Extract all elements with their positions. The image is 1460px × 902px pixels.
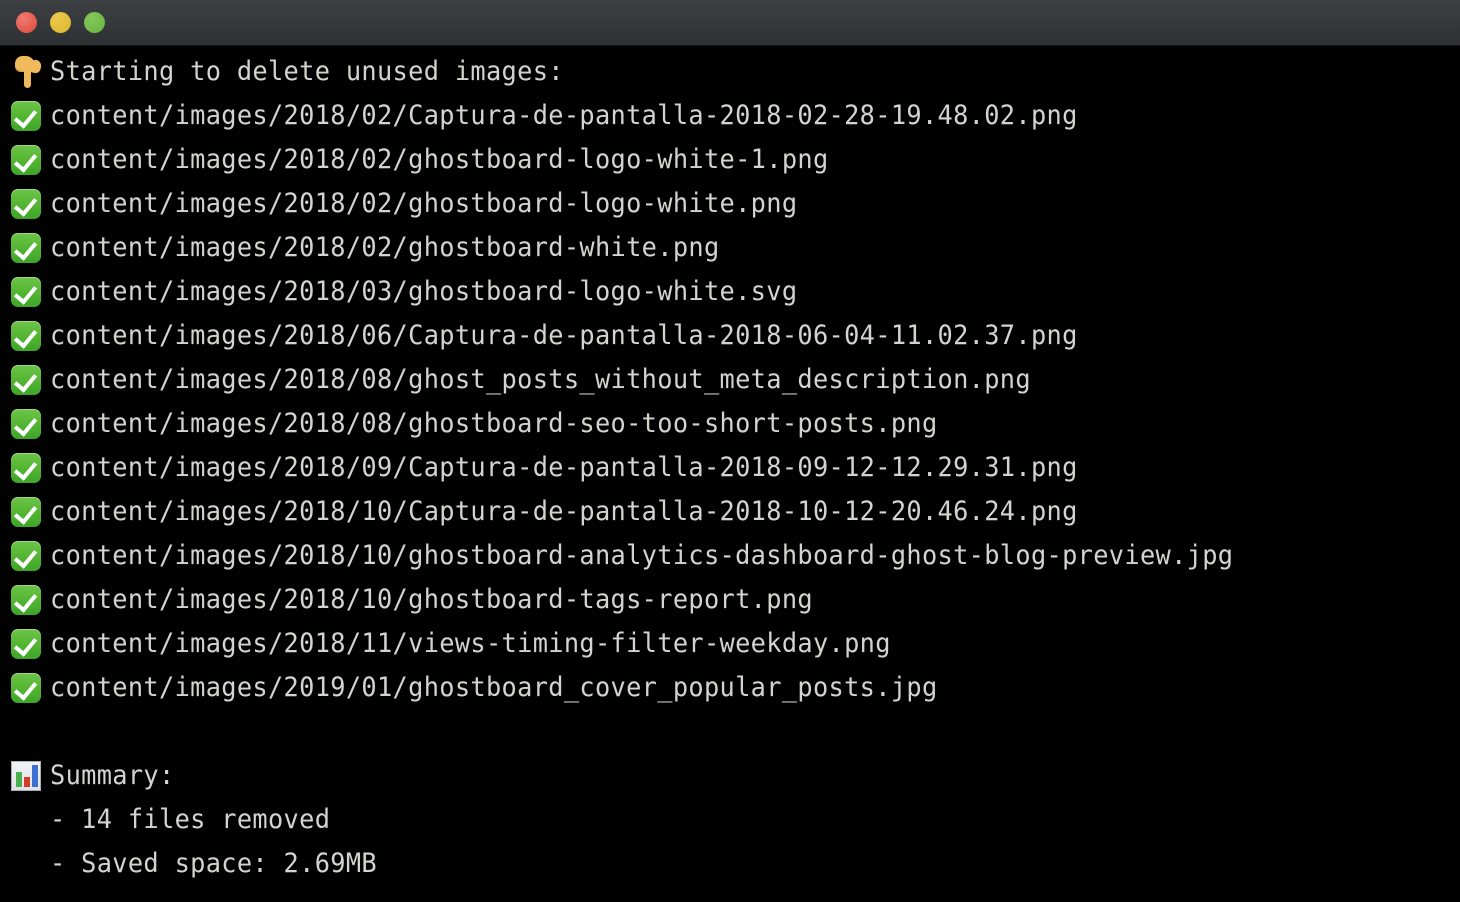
file-path: content/images/2018/02/ghostboard-logo-w… (50, 188, 798, 219)
summary-heading-row: Summary: (0, 754, 1460, 798)
check-mark-icon (10, 358, 50, 402)
deleted-file-row: content/images/2018/10/ghostboard-tags-r… (0, 578, 1460, 622)
file-path: content/images/2018/02/ghostboard-white.… (50, 232, 720, 263)
bar-chart-icon (10, 754, 50, 798)
check-mark-icon (10, 622, 50, 666)
summary-heading: Summary: (50, 760, 175, 791)
check-mark-icon (10, 402, 50, 446)
window-controls (16, 12, 105, 33)
check-mark-icon (10, 666, 50, 710)
file-path: content/images/2018/06/Captura-de-pantal… (50, 320, 1078, 351)
deleted-file-row: content/images/2018/08/ghost_posts_witho… (0, 358, 1460, 402)
output-line-header: Starting to delete unused images: (0, 50, 1460, 94)
check-mark-icon (10, 578, 50, 622)
window-title-bar[interactable] (0, 0, 1460, 46)
check-mark-icon (10, 534, 50, 578)
deleted-file-row: content/images/2018/11/views-timing-filt… (0, 622, 1460, 666)
file-path: content/images/2018/10/ghostboard-analyt… (50, 540, 1234, 571)
terminal-window: Starting to delete unused images: conten… (0, 0, 1460, 902)
deleted-file-row: content/images/2018/02/Captura-de-pantal… (0, 94, 1460, 138)
file-path: content/images/2018/02/Captura-de-pantal… (50, 100, 1078, 131)
deleted-file-row: content/images/2018/08/ghostboard-seo-to… (0, 402, 1460, 446)
check-mark-icon (10, 226, 50, 270)
file-path: content/images/2018/03/ghostboard-logo-w… (50, 276, 798, 307)
deleted-file-row: content/images/2019/01/ghostboard_cover_… (0, 666, 1460, 710)
file-path: content/images/2018/02/ghostboard-logo-w… (50, 144, 829, 175)
check-mark-icon (10, 138, 50, 182)
file-path: content/images/2018/09/Captura-de-pantal… (50, 452, 1078, 483)
terminal-output[interactable]: Starting to delete unused images: conten… (0, 46, 1460, 902)
deleted-file-row: content/images/2018/02/ghostboard-logo-w… (0, 182, 1460, 226)
close-window-button[interactable] (16, 12, 37, 33)
minimize-window-button[interactable] (50, 12, 71, 33)
no-icon (10, 798, 50, 842)
deleted-file-row: content/images/2018/02/ghostboard-logo-w… (0, 138, 1460, 182)
check-mark-icon (10, 490, 50, 534)
deleted-file-row: content/images/2018/09/Captura-de-pantal… (0, 446, 1460, 490)
file-path: content/images/2019/01/ghostboard_cover_… (50, 672, 938, 703)
point-down-icon (10, 50, 50, 94)
header-text: Starting to delete unused images: (50, 56, 564, 87)
check-mark-icon (10, 314, 50, 358)
check-mark-icon (10, 446, 50, 490)
deleted-file-row: content/images/2018/03/ghostboard-logo-w… (0, 270, 1460, 314)
deleted-file-row: content/images/2018/10/Captura-de-pantal… (0, 490, 1460, 534)
summary-saved-space: - Saved space: 2.69MB (50, 848, 377, 879)
summary-files-removed-row: - 14 files removed (0, 798, 1460, 842)
check-mark-icon (10, 182, 50, 226)
check-mark-icon (10, 270, 50, 314)
deleted-file-row: content/images/2018/06/Captura-de-pantal… (0, 314, 1460, 358)
file-path: content/images/2018/11/views-timing-filt… (50, 628, 891, 659)
summary-files-removed: - 14 files removed (50, 804, 331, 835)
maximize-window-button[interactable] (84, 12, 105, 33)
file-path: content/images/2018/08/ghost_posts_witho… (50, 364, 1031, 395)
check-mark-icon (10, 94, 50, 138)
no-icon (10, 842, 50, 886)
file-path: content/images/2018/10/Captura-de-pantal… (50, 496, 1078, 527)
deleted-file-row: content/images/2018/10/ghostboard-analyt… (0, 534, 1460, 578)
deleted-file-row: content/images/2018/02/ghostboard-white.… (0, 226, 1460, 270)
file-path: content/images/2018/10/ghostboard-tags-r… (50, 584, 813, 615)
summary-saved-space-row: - Saved space: 2.69MB (0, 842, 1460, 886)
file-path: content/images/2018/08/ghostboard-seo-to… (50, 408, 938, 439)
